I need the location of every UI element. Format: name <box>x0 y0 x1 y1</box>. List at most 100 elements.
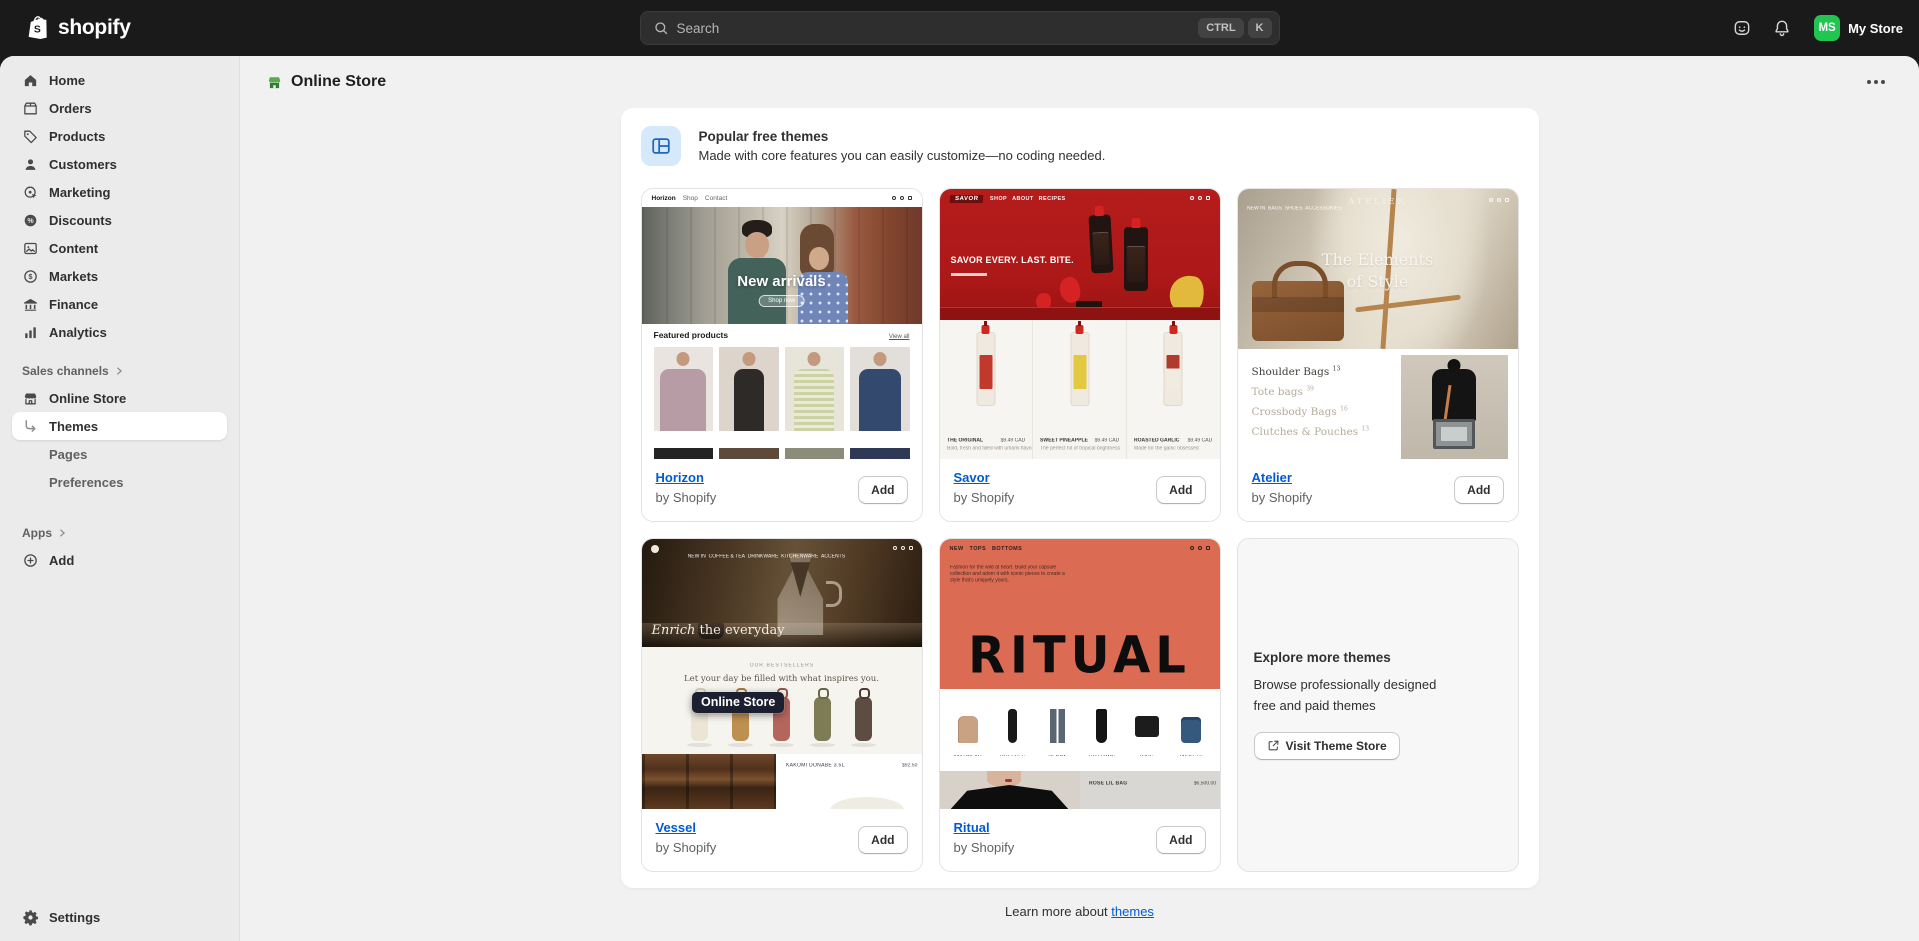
online-store-tooltip: Online Store <box>692 692 784 713</box>
sidebar-item-products[interactable]: Products <box>12 122 227 150</box>
sidebar-item-orders[interactable]: Orders <box>12 94 227 122</box>
topbar-actions: MS My Store <box>1726 0 1903 56</box>
horizon-hero-image: New arrivals Shop now <box>642 207 922 324</box>
target-cursor-icon <box>22 184 39 201</box>
chevron-right-icon <box>57 528 67 538</box>
add-theme-vessel-button[interactable]: Add <box>858 826 907 854</box>
mini-nav-icons <box>1190 196 1210 200</box>
themes-grid: Horizon Shop Contact New arrivals Shop <box>641 188 1519 872</box>
gear-icon <box>22 909 39 926</box>
theme-footer-vessel: Vessel by Shopify Add <box>642 809 922 871</box>
mini-nav-icons <box>892 196 912 200</box>
theme-preview-atelier[interactable]: NEW IN BAGS SHOES ACCESSORIES ATELIER Th… <box>1238 189 1518 459</box>
sidekick-icon[interactable] <box>1726 12 1758 44</box>
add-theme-ritual-button[interactable]: Add <box>1156 826 1205 854</box>
mini-nav-icons <box>1489 198 1509 202</box>
sidebar-item-online-store[interactable]: Online Store <box>12 384 227 412</box>
elbow-arrow-icon <box>22 418 39 435</box>
vessel-hero-image: NEW IN COFFEE & TEA DRINKWARE KITCHENWAR… <box>642 539 922 647</box>
sidebar-item-marketing[interactable]: Marketing <box>12 178 227 206</box>
sidebar-item-settings[interactable]: Settings <box>12 903 227 931</box>
sidebar-item-markets[interactable]: $ Markets <box>12 262 227 290</box>
home-icon <box>22 72 39 89</box>
svg-text:S: S <box>34 25 41 36</box>
orders-icon <box>22 100 39 117</box>
theme-link-atelier[interactable]: Atelier <box>1252 470 1292 485</box>
tag-icon <box>22 128 39 145</box>
theme-footer-atelier: Atelier by Shopify Add <box>1238 459 1518 521</box>
horizon-mini-nav: Horizon Shop Contact <box>642 189 922 207</box>
bar-chart-icon <box>22 324 39 341</box>
global-search[interactable]: Search CTRL K <box>640 11 1280 45</box>
sidebar-item-finance[interactable]: Finance <box>12 290 227 318</box>
online-store-icon <box>266 74 283 91</box>
bank-icon <box>22 296 39 313</box>
horizon-products: Michael Shaggy Wool Cardigan $200.00 Sof… <box>654 347 910 450</box>
theme-link-savor[interactable]: Savor <box>954 470 990 485</box>
add-theme-atelier-button[interactable]: Add <box>1454 476 1503 504</box>
sidebar-item-analytics[interactable]: Analytics <box>12 318 227 346</box>
shopify-admin: S shopify Search CTRL K MS My Store <box>0 0 1919 941</box>
theme-preview-horizon[interactable]: Horizon Shop Contact New arrivals Shop <box>642 189 922 459</box>
ritual-hero: NEW TOPS BOTTOMS Fashion for the wild at… <box>940 539 1220 689</box>
ritual-product-row: ROSE LIL BAG $6,500.00 <box>940 771 1220 809</box>
store-menu[interactable]: MS My Store <box>1814 15 1903 41</box>
sales-channels-heading[interactable]: Sales channels <box>12 358 227 384</box>
page-title: Online Store <box>291 73 386 91</box>
ritual-categories: KNITWEAR DRESSES DENIM BOTTOMS TOPS JACK… <box>940 689 1220 771</box>
mini-nav-icons <box>893 546 913 550</box>
shopify-logo[interactable]: S shopify <box>26 14 131 42</box>
sidebar-item-content[interactable]: Content <box>12 234 227 262</box>
store-name: My Store <box>1848 21 1903 36</box>
theme-card-horizon: Horizon Shop Contact New arrivals Shop <box>641 188 923 522</box>
theme-card-atelier: NEW IN BAGS SHOES ACCESSORIES ATELIER Th… <box>1237 188 1519 522</box>
themes-help-link[interactable]: themes <box>1111 904 1154 919</box>
image-icon <box>22 240 39 257</box>
sidebar-item-themes[interactable]: Themes <box>12 412 227 440</box>
brand-wordmark: shopify <box>58 16 131 40</box>
circle-plus-icon <box>22 552 39 569</box>
add-theme-savor-button[interactable]: Add <box>1156 476 1205 504</box>
search-placeholder: Search <box>677 21 1195 36</box>
page-footer: Learn more about themes <box>240 904 1919 919</box>
sidebar-item-discounts[interactable]: % Discounts <box>12 206 227 234</box>
person-icon <box>22 156 39 173</box>
theme-link-ritual[interactable]: Ritual <box>954 820 990 835</box>
discount-badge-icon: % <box>22 212 39 229</box>
main-content: Online Store Popular free themes Made wi… <box>240 56 1919 941</box>
theme-card-ritual: NEW TOPS BOTTOMS Fashion for the wild at… <box>939 538 1221 872</box>
theme-preview-ritual[interactable]: NEW TOPS BOTTOMS Fashion for the wild at… <box>940 539 1220 809</box>
theme-link-vessel[interactable]: Vessel <box>656 820 697 835</box>
explore-title: Explore more themes <box>1254 650 1502 665</box>
page-header: Online Store <box>240 56 1919 108</box>
shopify-bag-icon: S <box>26 14 51 42</box>
search-icon <box>653 20 669 36</box>
apps-heading[interactable]: Apps <box>12 520 227 546</box>
theme-preview-vessel[interactable]: NEW IN COFFEE & TEA DRINKWARE KITCHENWAR… <box>642 539 922 809</box>
sidebar: Home Orders Products Customers Marketing… <box>0 56 240 941</box>
sidebar-item-customers[interactable]: Customers <box>12 150 227 178</box>
mini-nav-icons <box>1190 546 1210 550</box>
banner-title: Popular free themes <box>699 129 1106 144</box>
svg-text:$: $ <box>28 272 33 281</box>
popular-themes-card: Popular free themes Made with core featu… <box>621 108 1539 888</box>
kbd-k: K <box>1248 18 1272 38</box>
themes-icon <box>641 126 681 166</box>
atelier-categories: Shoulder Bags 13 Tote bags 39 Crossbody … <box>1238 349 1518 459</box>
notifications-bell-icon[interactable] <box>1766 12 1798 44</box>
more-actions-icon[interactable] <box>1859 72 1893 92</box>
sidebar-item-home[interactable]: Home <box>12 66 227 94</box>
add-theme-horizon-button[interactable]: Add <box>858 476 907 504</box>
sidebar-item-preferences[interactable]: Preferences <box>12 468 227 496</box>
savor-products: THE ORIGINAL $9.49 CAD Bold, fresh and f… <box>940 320 1220 459</box>
savor-hero-image: SAVOR SHOP ABOUT RECIPES <box>940 189 1220 320</box>
banner-subtitle: Made with core features you can easily c… <box>699 148 1106 163</box>
atelier-hero-image: NEW IN BAGS SHOES ACCESSORIES ATELIER Th… <box>1238 189 1518 349</box>
kbd-ctrl: CTRL <box>1198 18 1243 38</box>
theme-footer-horizon: Horizon by Shopify Add <box>642 459 922 521</box>
visit-theme-store-button[interactable]: Visit Theme Store <box>1254 732 1400 760</box>
theme-preview-savor[interactable]: SAVOR SHOP ABOUT RECIPES <box>940 189 1220 459</box>
theme-link-horizon[interactable]: Horizon <box>656 470 704 485</box>
sidebar-item-add-app[interactable]: Add <box>12 546 227 574</box>
sidebar-item-pages[interactable]: Pages <box>12 440 227 468</box>
